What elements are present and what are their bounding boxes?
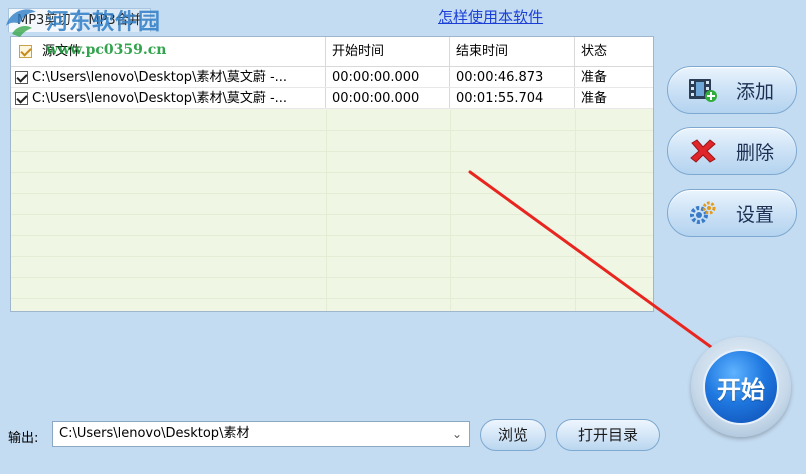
row-start-time: 00:00:00.000: [326, 88, 450, 108]
browse-button[interactable]: 浏览: [480, 419, 546, 451]
gears-icon: [686, 198, 720, 228]
column-header-status[interactable]: 状态: [575, 37, 653, 66]
add-button[interactable]: 添加: [667, 66, 797, 114]
chevron-down-icon[interactable]: ⌄: [449, 422, 465, 446]
row-checkbox[interactable]: [15, 70, 28, 84]
row-checkbox[interactable]: [15, 91, 28, 105]
tab-mp3-merge[interactable]: MP3合并: [79, 8, 151, 32]
select-all-checkbox[interactable]: [19, 45, 32, 58]
tab-strip: MP3剪切 MP3合并: [8, 8, 151, 32]
row-file-cell: C:\Users\lenovo\Desktop\素材\莫文蔚 -...: [11, 88, 326, 108]
row-file: C:\Users\lenovo\Desktop\素材\莫文蔚 -...: [32, 90, 288, 106]
start-button[interactable]: 开始: [703, 349, 779, 425]
row-file-cell: C:\Users\lenovo\Desktop\素材\莫文蔚 -...: [11, 67, 326, 87]
output-path-value: C:\Users\lenovo\Desktop\素材: [59, 426, 250, 441]
settings-button-label: 设置: [736, 203, 775, 226]
column-header-source-label: 源文件: [42, 43, 82, 59]
delete-button[interactable]: 删除: [667, 127, 797, 175]
film-add-icon: [686, 75, 720, 105]
column-header-source[interactable]: 源文件: [11, 37, 326, 66]
table-empty-grid: [11, 110, 653, 311]
delete-button-label: 删除: [736, 141, 775, 164]
output-path-select[interactable]: C:\Users\lenovo\Desktop\素材 ⌄: [52, 421, 470, 447]
row-end-time: 00:00:46.873: [450, 67, 575, 87]
column-header-start[interactable]: 开始时间: [326, 37, 450, 66]
red-x-icon: [686, 136, 720, 166]
output-label: 输出:: [8, 431, 39, 446]
table-row[interactable]: C:\Users\lenovo\Desktop\素材\莫文蔚 -... 00:0…: [11, 88, 653, 109]
row-status: 准备: [581, 91, 608, 106]
table-header: 源文件 开始时间 结束时间 状态: [11, 37, 653, 67]
open-directory-button[interactable]: 打开目录: [556, 419, 660, 451]
settings-button[interactable]: 设置: [667, 189, 797, 237]
row-file: C:\Users\lenovo\Desktop\素材\莫文蔚 -...: [32, 69, 288, 85]
row-start-time: 00:00:00.000: [326, 67, 450, 87]
column-header-end[interactable]: 结束时间: [450, 37, 575, 66]
row-status: 准备: [581, 70, 608, 85]
table-row[interactable]: C:\Users\lenovo\Desktop\素材\莫文蔚 -... 00:0…: [11, 67, 653, 88]
help-link[interactable]: 怎样使用本软件: [438, 6, 543, 27]
row-end-time: 00:01:55.704: [450, 88, 575, 108]
add-button-label: 添加: [736, 80, 775, 103]
file-table: 源文件 开始时间 结束时间 状态 C:\Users\lenovo\Desktop…: [10, 36, 654, 312]
tab-mp3-cut[interactable]: MP3剪切: [8, 8, 80, 32]
